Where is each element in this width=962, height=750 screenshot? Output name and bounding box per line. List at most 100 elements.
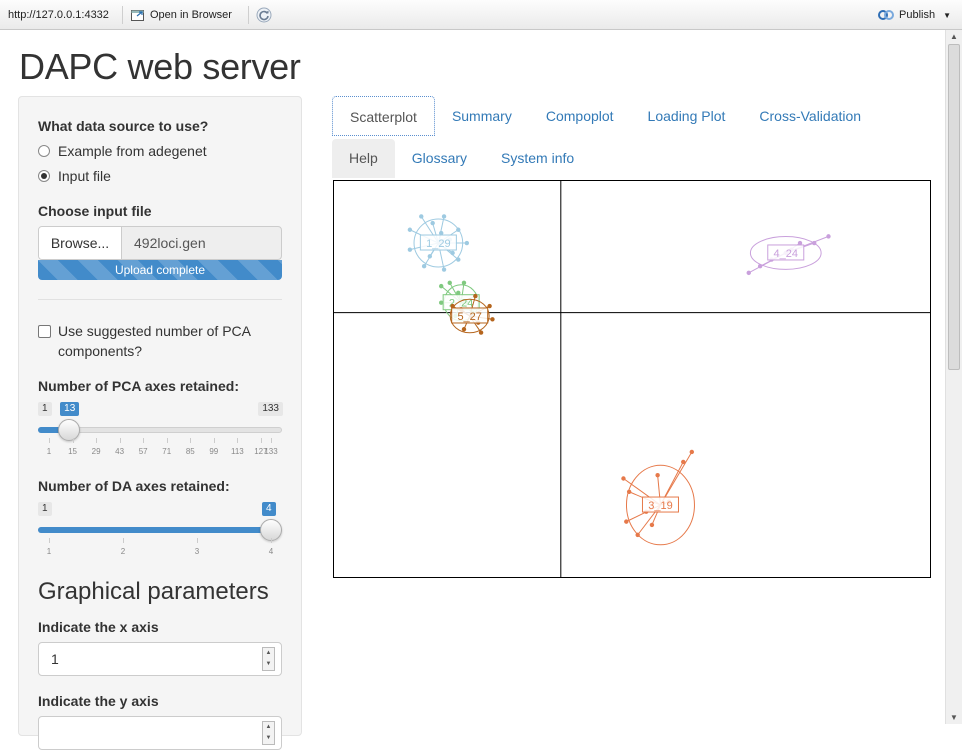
file-name-field: 492loci.gen (134, 235, 206, 251)
slider-value-label: 13 (60, 402, 80, 416)
data-point (689, 449, 694, 455)
file-input[interactable]: Browse... 492loci.gen (38, 226, 282, 260)
upload-progress-bar: Upload complete (38, 260, 282, 280)
slider-tick-label: 4 (268, 547, 274, 556)
data-point (407, 227, 413, 232)
slider-tick (49, 438, 50, 443)
slider-tick (119, 438, 121, 443)
scroll-down-icon[interactable]: ▼ (950, 713, 958, 722)
tab-glossary[interactable]: Glossary (395, 139, 484, 178)
data-point (655, 472, 660, 478)
data-point (447, 280, 452, 286)
browse-button[interactable]: Browse... (39, 227, 122, 259)
slider-tick-label: 133 (264, 447, 278, 456)
data-point (478, 330, 484, 335)
radio-input-file[interactable]: Input file (38, 168, 111, 184)
pca-slider-label: Number of PCA axes retained: (38, 378, 239, 394)
data-point (407, 247, 413, 252)
url-display: http://127.0.0.1:4332 (8, 9, 109, 21)
pca-axes-slider[interactable]: 1 13 133 1 15 29 43 57 71 85 99 113 127 133 (38, 402, 283, 462)
tab-loading-plot[interactable]: Loading Plot (631, 96, 743, 136)
viewer-toolbar: http://127.0.0.1:4332 Open in Browser Pu… (0, 0, 962, 30)
slider-tick (260, 438, 262, 443)
slider-tick (123, 538, 124, 543)
tab-summary[interactable]: Summary (435, 96, 529, 136)
slider-fill (38, 527, 271, 533)
slider-tick (237, 438, 239, 443)
cluster-label: 3_19 (648, 500, 672, 512)
tab-help[interactable]: Help (332, 139, 395, 178)
data-source-label: What data source to use? (38, 118, 209, 134)
secondary-tabs: Help Glossary System info (332, 139, 591, 178)
slider-ticks: 1 15 29 43 57 71 85 99 113 127 133 (38, 438, 282, 458)
toolbar-separator (248, 6, 249, 24)
data-point (450, 250, 455, 256)
radio-button[interactable] (38, 145, 50, 157)
tab-system-info[interactable]: System info (484, 139, 591, 178)
data-point (421, 264, 427, 269)
publish-icon (878, 10, 894, 20)
slider-tick-label: 43 (115, 447, 125, 456)
scrollbar-thumb[interactable] (948, 44, 960, 370)
data-point (456, 227, 461, 232)
vertical-scrollbar[interactable]: ▲ ▼ (945, 30, 962, 724)
refresh-icon[interactable] (256, 7, 272, 23)
x-axis-value: 1 (51, 651, 59, 667)
divider (38, 299, 282, 300)
sidebar-panel: What data source to use? Example from ad… (18, 96, 302, 750)
data-point (626, 489, 632, 494)
slider-tick-label: 57 (138, 447, 148, 456)
cluster-label: 1_29 (426, 238, 450, 250)
data-point (649, 522, 655, 528)
open-in-browser-label: Open in Browser (150, 9, 232, 21)
cluster-label: 5_27 (457, 311, 481, 323)
data-point (430, 220, 435, 226)
scroll-up-icon[interactable]: ▲ (950, 32, 958, 41)
slider-tick-label: 3 (194, 547, 200, 556)
data-point (439, 283, 444, 289)
radio-label: Input file (58, 168, 111, 184)
suggested-pca-checkbox[interactable] (38, 325, 51, 338)
slider-tick (197, 538, 198, 543)
data-point (490, 317, 495, 322)
toolbar-separator (122, 6, 123, 24)
data-point (456, 257, 461, 262)
slider-tick (271, 538, 272, 543)
page-title: DAPC web server (19, 46, 301, 87)
slider-ticks: 1 2 3 4 (38, 538, 282, 558)
data-point (419, 214, 424, 219)
dapc-scatterplot: 1_294_242_245_273_19 (333, 180, 931, 578)
open-in-browser-button[interactable]: Open in Browser (131, 7, 232, 23)
slider-tick (49, 538, 50, 543)
slider-min-label: 1 (38, 502, 52, 516)
slider-tick-label: 29 (91, 447, 101, 456)
tab-scatterplot[interactable]: Scatterplot (332, 96, 435, 136)
data-point (473, 293, 478, 299)
x-axis-label: Indicate the x axis (38, 619, 159, 635)
x-axis-input[interactable]: 1 ▲ ▼ (38, 642, 282, 676)
y-axis-input[interactable]: ▲ ▼ (38, 716, 282, 750)
data-point (441, 214, 447, 219)
slider-tick-label: 15 (68, 447, 77, 456)
radio-button-selected[interactable] (38, 170, 50, 182)
data-point (624, 519, 629, 524)
number-spinner[interactable]: ▲ ▼ (262, 647, 275, 671)
data-point (427, 254, 433, 259)
data-point (635, 532, 640, 538)
slider-min-label: 1 (38, 402, 52, 416)
radio-example[interactable]: Example from adegenet (38, 143, 207, 159)
slider-tick-label: 1 (46, 547, 52, 556)
tab-compoplot[interactable]: Compoplot (529, 96, 631, 136)
graphical-parameters-heading: Graphical parameters (38, 578, 269, 605)
y-axis-label: Indicate the y axis (38, 693, 159, 709)
data-point (464, 240, 470, 246)
number-spinner[interactable]: ▲ ▼ (262, 721, 275, 745)
da-axes-slider[interactable]: 1 4 1 2 3 4 (38, 502, 283, 562)
cluster-label: 4_24 (774, 248, 798, 260)
publish-button[interactable]: Publish ▼ (878, 7, 951, 23)
slider-tick-label: 1 (46, 447, 52, 456)
slider-max-label: 133 (258, 402, 283, 416)
tab-cross-validation[interactable]: Cross-Validation (742, 96, 878, 136)
data-point (826, 234, 831, 239)
choose-file-label: Choose input file (38, 203, 152, 219)
